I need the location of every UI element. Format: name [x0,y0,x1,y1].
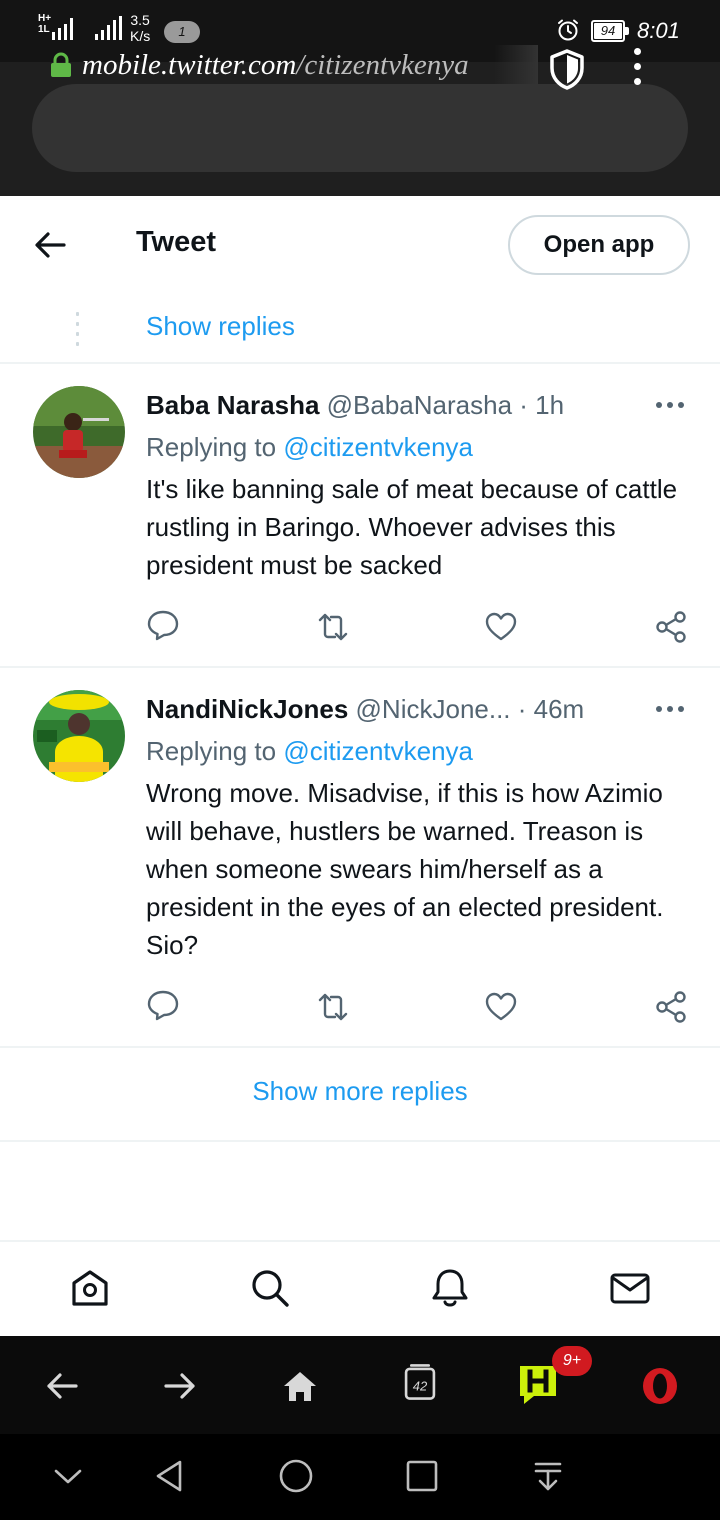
thread-connector-icon [76,312,79,346]
divider [0,1046,720,1048]
retweet-icon[interactable] [316,610,350,644]
open-app-button[interactable]: Open app [508,215,690,275]
replying-to: Replying to @citizentvkenya [146,736,474,766]
share-icon[interactable] [654,610,688,644]
url-field[interactable] [32,84,688,172]
show-more-replies-link[interactable]: Show more replies [0,1076,720,1107]
separator: · [510,694,534,724]
home-icon[interactable] [68,1266,112,1310]
more-options-icon[interactable] [656,402,684,410]
display-name[interactable]: NandiNickJones [146,694,348,724]
tweet-time[interactable]: 1h [535,390,564,420]
url-fade [494,45,538,85]
opera-menu-icon[interactable] [640,1366,680,1406]
tweet-time[interactable]: 46m [534,694,585,724]
notifications-badge: 9+ [552,1346,592,1376]
shield-icon[interactable] [548,48,586,90]
browser-toolbar [0,1336,720,1434]
signal-strength-icon [52,16,73,40]
notification-shade-icon[interactable] [530,1458,566,1494]
browser-menu-icon[interactable] [632,48,642,86]
display-name[interactable]: Baba Narasha [146,390,319,420]
more-options-icon[interactable] [656,706,684,714]
like-icon[interactable] [484,610,518,644]
reply-icon[interactable] [146,608,180,642]
network-type-label: H+ 1L [38,13,52,35]
network-speed: 3.5 K/s [130,12,151,44]
avatar[interactable] [33,386,125,478]
notifications-bell-icon[interactable] [428,1266,472,1310]
signal-strength-icon-2 [95,16,122,40]
browser-forward-icon[interactable] [160,1366,200,1406]
system-navigation-bar [0,1434,720,1520]
show-replies-link[interactable]: Show replies [146,311,295,342]
browser-back-icon[interactable] [42,1366,82,1406]
separator: · [512,390,536,420]
messages-mail-icon[interactable] [608,1266,652,1310]
avatar[interactable] [33,690,125,782]
tabs-count: 42 [413,1379,428,1394]
share-icon[interactable] [654,990,688,1024]
system-recents-icon[interactable] [404,1458,440,1494]
lock-icon [51,52,71,77]
browser-home-icon[interactable] [280,1366,320,1406]
divider [0,1140,720,1142]
page-title: Tweet [136,226,217,258]
handle[interactable]: @BabaNarasha [327,390,512,420]
tweet-author-line: NandiNickJones @NickJone... · 46m [146,694,584,725]
retweet-icon[interactable] [316,990,350,1024]
collapse-chevron-icon[interactable] [50,1458,86,1494]
search-icon[interactable] [248,1266,292,1310]
tweet-text: It's like banning sale of meat because o… [146,474,678,580]
tweet-text: Wrong move. Misadvise, if this is how Az… [146,778,664,960]
replying-to-handle[interactable]: @citizentvkenya [283,432,473,462]
handle[interactable]: @NickJone... [356,694,511,724]
back-arrow-icon[interactable] [33,231,67,259]
tabs-icon[interactable]: 42 [400,1362,440,1402]
system-home-icon[interactable] [278,1458,314,1494]
replying-to-handle[interactable]: @citizentvkenya [283,736,473,766]
replying-to: Replying to @citizentvkenya [146,432,474,462]
like-icon[interactable] [484,990,518,1024]
url-text[interactable]: mobile.twitter.com/citizentvkenya [82,45,534,85]
reply-icon[interactable] [146,988,180,1022]
notification-count-badge: 1 [164,21,200,43]
divider [0,362,720,364]
tweet-author-line: Baba Narasha @BabaNarasha · 1h [146,390,564,421]
status-clock: 8:01 [637,18,680,43]
system-back-icon[interactable] [152,1458,188,1494]
divider [0,666,720,668]
battery-icon: 94 [591,20,629,42]
alarm-icon [558,19,578,41]
